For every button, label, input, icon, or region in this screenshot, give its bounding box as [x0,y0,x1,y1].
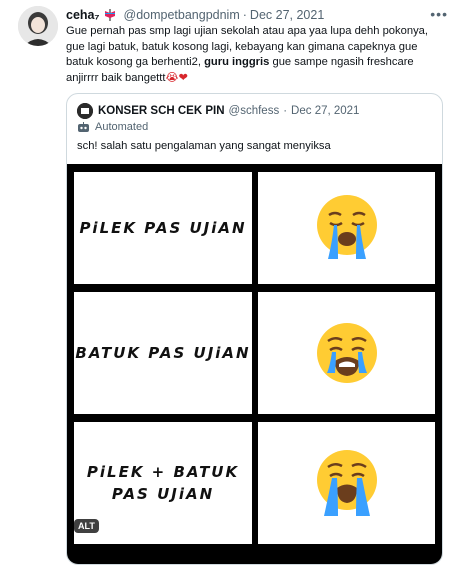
tweet-text-bold: guru inggris [204,56,270,68]
meme-label-2: BATUK PAS UJiAN [75,342,250,364]
tweet-date[interactable]: Dec 27, 2021 [250,8,324,22]
meme-label-cell-3: PiLEK + BATUK PAS UJiAN [74,422,252,544]
quoted-tweet-date[interactable]: Dec 27, 2021 [291,105,359,117]
automated-label-row: Automated [77,121,148,133]
meme-label-3: PiLEK + BATUK PAS UJiAN [87,461,239,505]
sobbing-face-icon [316,450,377,516]
alt-text-badge[interactable]: ALT [74,519,99,533]
more-options-icon[interactable]: ••• [430,6,448,22]
loudly-crying-face-icon [316,323,377,383]
automated-label: Automated [95,121,149,133]
emoji-tail: 😭❤ [165,71,188,84]
tweet-text: Gue pernah pas smp lagi ujian sekolah at… [66,24,438,86]
author-avatar[interactable] [18,6,58,46]
meme-label-cell-1: PiLEK PAS UJiAN [74,172,252,284]
meme-image[interactable]: PiLEK PAS UJiAN BATUK PAS UJiAN PiLEK + … [67,164,442,564]
avatar-illustration [18,6,58,46]
meme-label-1: PiLEK PAS UJiAN [79,217,246,239]
header-separator: · [242,8,247,22]
flag-icon [103,8,117,22]
meme-label-1-line1: PiLEK PAS UJiAN [79,219,247,237]
meme-emoji-cell-1 [258,172,435,284]
meme-label-3-line2: PAS UJiAN [111,485,215,503]
quoted-header-separator: · [283,105,288,117]
meme-label-2-line1: BATUK PAS UJiAN [75,344,251,362]
quoted-tweet-text: sch! salah satu pengalaman yang sangat m… [77,140,331,152]
meme-emoji-cell-2 [258,292,435,414]
meme-label-cell-2: BATUK PAS UJiAN [74,292,252,414]
meme-emoji-cell-3 [258,422,435,544]
quoted-author-handle[interactable]: @schfess [229,105,280,117]
crying-face-icon [316,195,377,259]
quoted-tweet-card[interactable]: KONSER SCH CEK PIN @schfess · Dec 27, 20… [66,93,443,565]
author-name[interactable]: ceha₇ [66,8,100,22]
robot-icon [78,121,89,132]
author-handle[interactable]: @dompetbangpdnim [124,8,240,22]
quoted-author-name[interactable]: KONSER SCH CEK PIN [98,105,225,117]
tweet-header: ceha₇ @dompetbangpdnim · Dec 27, 2021 [66,6,440,24]
meme-label-3-line1: PiLEK + BATUK [86,463,240,481]
quoted-author-avatar[interactable] [77,103,93,119]
quoted-tweet-header: KONSER SCH CEK PIN @schfess · Dec 27, 20… [77,103,359,119]
